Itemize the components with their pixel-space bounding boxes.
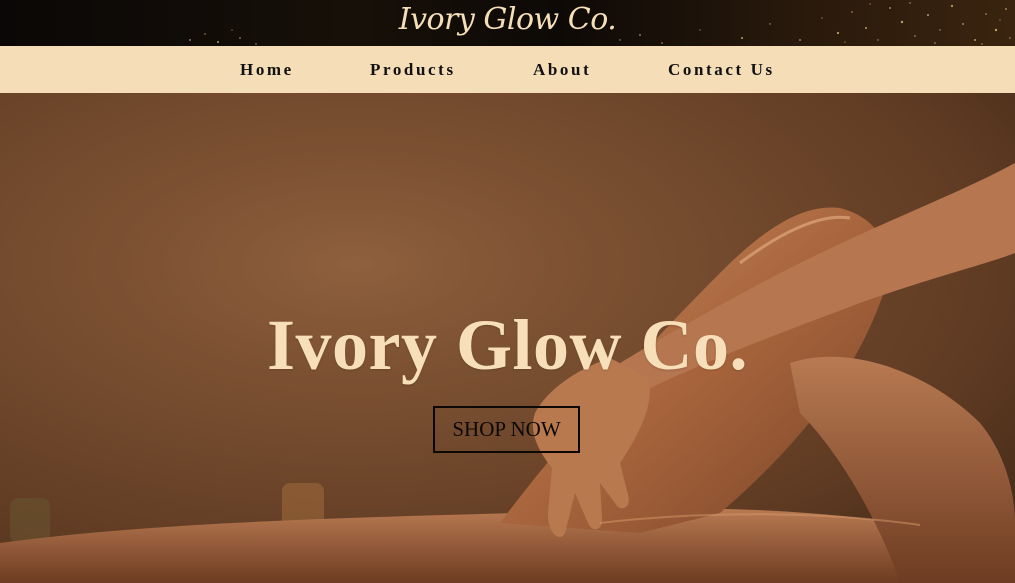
nav-link-home[interactable]: Home [240, 60, 294, 80]
nav-link-about[interactable]: About [533, 60, 591, 80]
brand-logo[interactable]: Ivory Glow Co. [0, 2, 1015, 37]
nav-link-products[interactable]: Products [370, 60, 456, 80]
nav-link-contact-us[interactable]: Contact Us [668, 60, 775, 80]
shop-now-button[interactable]: SHOP NOW [433, 406, 580, 453]
main-navigation: Home Products About Contact Us [0, 46, 1015, 93]
hero-title: Ivory Glow Co. [267, 305, 748, 385]
hero-banner: Ivory Glow Co. SHOP NOW [0, 93, 1015, 583]
top-brand-bar: Ivory Glow Co. [0, 0, 1015, 46]
